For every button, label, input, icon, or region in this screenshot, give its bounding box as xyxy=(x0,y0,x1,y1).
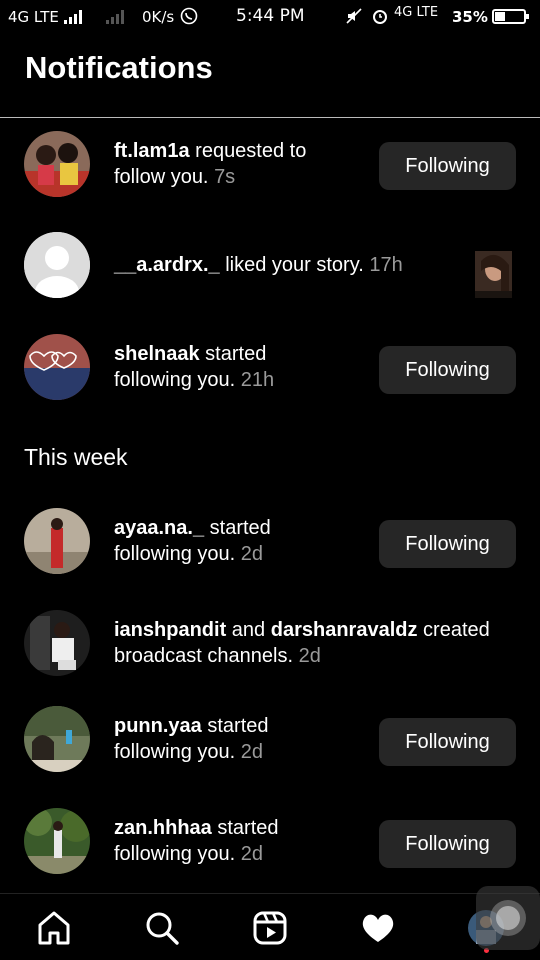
whatsapp-icon xyxy=(180,7,198,29)
story-thumbnail[interactable] xyxy=(475,251,512,298)
search-icon[interactable] xyxy=(142,908,182,948)
signal-sim2-icon xyxy=(106,10,124,24)
avatar[interactable] xyxy=(24,131,90,197)
heart-icon[interactable] xyxy=(358,908,398,948)
battery-percent: 35% xyxy=(452,8,488,26)
page-title: Notifications xyxy=(25,50,213,85)
notification-row[interactable]: zan.hhhaa started following you. 2d Foll… xyxy=(0,808,540,888)
network-speed: 0K/s xyxy=(142,8,175,26)
notification-row[interactable]: punn.yaa started following you. 2d Follo… xyxy=(0,706,540,786)
notification-row[interactable]: shelnaak started following you. 21h Foll… xyxy=(0,334,540,414)
following-button[interactable]: Following xyxy=(379,142,516,190)
section-title: This week xyxy=(24,444,128,470)
avatar[interactable] xyxy=(24,610,90,676)
notification-text: punn.yaa started following you. 2d xyxy=(114,715,269,763)
avatar[interactable] xyxy=(24,508,90,574)
avatar[interactable] xyxy=(24,706,90,772)
header-divider xyxy=(0,117,540,118)
reels-icon[interactable] xyxy=(250,908,290,948)
notification-text: shelnaak started following you. 21h xyxy=(114,343,275,391)
network-label: 4G LTE xyxy=(8,8,59,26)
notification-text: __a.ardrx._ liked your story. 17h xyxy=(114,254,403,276)
assistive-touch-button[interactable] xyxy=(476,886,540,950)
signal-icon xyxy=(64,10,82,24)
status-bar: 4G LTE 0K/s 5:44 PM 4G LTE 35% xyxy=(0,0,540,36)
mute-icon xyxy=(345,7,363,29)
notification-text: ianshpandit and darshanravaldz created b… xyxy=(114,619,490,667)
network-label-2: 4G LTE xyxy=(394,5,439,20)
notification-row[interactable]: __a.ardrx._ liked your story. 17h xyxy=(0,232,540,312)
following-button[interactable]: Following xyxy=(379,820,516,868)
clock: 5:44 PM xyxy=(236,6,305,26)
following-button[interactable]: Following xyxy=(379,520,516,568)
notification-text: ft.lam1a requested to follow you. 7s xyxy=(114,140,307,188)
notification-text: ayaa.na._ started following you. 2d xyxy=(114,517,271,565)
home-icon[interactable] xyxy=(34,908,74,948)
alarm-icon xyxy=(371,7,389,29)
notification-row[interactable]: ft.lam1a requested to follow you. 7s Fol… xyxy=(0,131,540,211)
notification-row[interactable]: ianshpandit and darshanravaldz created b… xyxy=(0,610,540,690)
notification-text: zan.hhhaa started following you. 2d xyxy=(114,817,279,865)
bottom-nav xyxy=(0,893,540,960)
avatar[interactable] xyxy=(24,232,90,298)
avatar[interactable] xyxy=(24,808,90,874)
notification-row[interactable]: ayaa.na._ started following you. 2d Foll… xyxy=(0,508,540,588)
following-button[interactable]: Following xyxy=(379,718,516,766)
avatar[interactable] xyxy=(24,334,90,400)
battery-icon xyxy=(492,9,529,24)
following-button[interactable]: Following xyxy=(379,346,516,394)
